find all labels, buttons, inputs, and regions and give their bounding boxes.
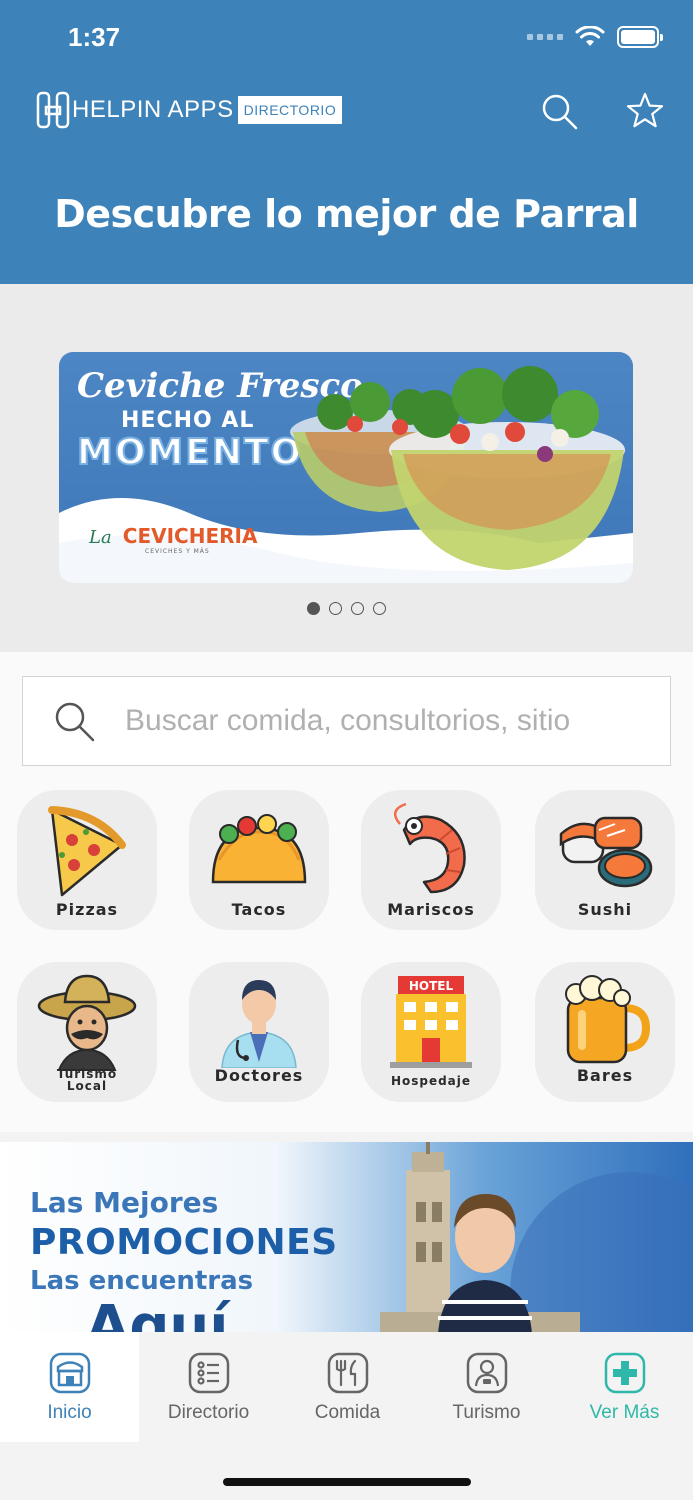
- category-pizzas[interactable]: Pizzas: [17, 790, 157, 930]
- sombrero-man-icon: [37, 974, 137, 1071]
- battery-icon: [617, 26, 663, 48]
- tab-inicio[interactable]: Inicio: [0, 1332, 139, 1442]
- banner-highlight: MOMENTO: [76, 431, 304, 474]
- promo-carousel[interactable]: Ceviche Fresco HECHO AL MOMENTO La CEVIC…: [0, 284, 693, 652]
- taco-icon: [211, 814, 307, 884]
- search-icon: [55, 702, 95, 742]
- category-doctores[interactable]: Doctores: [189, 962, 329, 1102]
- category-tacos[interactable]: Tacos: [189, 790, 329, 930]
- search-input[interactable]: [125, 704, 625, 738]
- category-label: Tacos: [231, 900, 287, 919]
- promo-line-4: Aquí: [86, 1294, 229, 1334]
- category-label: Mariscos: [387, 900, 475, 919]
- promo-line-3: Las encuentras: [30, 1266, 254, 1296]
- logo-name: HELPIN APPS: [72, 96, 234, 123]
- carousel-dot[interactable]: [373, 602, 386, 615]
- category-label: Hospedaje: [390, 1074, 472, 1088]
- wifi-icon: [575, 26, 605, 46]
- plus-icon: [604, 1352, 645, 1394]
- category-label: Doctores: [214, 1066, 304, 1085]
- search-box[interactable]: [22, 676, 671, 766]
- carousel-dot[interactable]: [351, 602, 364, 615]
- pizza-icon: [48, 806, 126, 897]
- banner-brand: La CEVICHERIA CEVICHES Y MÁS: [89, 524, 257, 555]
- category-label: Turismo Local: [56, 1067, 118, 1093]
- category-label: Pizzas: [55, 900, 119, 919]
- search-icon[interactable]: [540, 92, 578, 130]
- carousel-dots[interactable]: [0, 602, 693, 615]
- category-turismo-local[interactable]: Turismo Local: [17, 962, 157, 1102]
- logo-tag: DIRECTORIO: [237, 96, 343, 124]
- app-logo: HELPIN APPS DIRECTORIO: [36, 91, 343, 129]
- category-sushi[interactable]: Sushi: [535, 790, 675, 930]
- status-time: 1:37: [68, 22, 121, 52]
- category-bares[interactable]: Bares: [535, 962, 675, 1102]
- fork-knife-icon: [327, 1352, 368, 1394]
- ceviche-bowl-icon: [389, 366, 625, 570]
- doctor-icon: [221, 980, 297, 1068]
- signal-icon: [527, 34, 563, 40]
- brand-name: CEVICHERIA: [122, 524, 258, 548]
- status-indicators: [527, 26, 663, 48]
- category-label: Bares: [576, 1066, 634, 1085]
- banner-subtitle: HECHO AL: [121, 408, 255, 433]
- tab-turismo[interactable]: Turismo: [417, 1332, 556, 1442]
- app-screen: 1:37 HELPIN APPS DIRECTORIO Descubre lo …: [0, 0, 693, 1500]
- hotel-icon: HOTEL: [390, 976, 472, 1068]
- tab-bar: Inicio Directorio Comida Turismo Ver Más: [0, 1332, 693, 1500]
- tab-label: Directorio: [167, 1402, 250, 1423]
- list-icon: [188, 1352, 229, 1394]
- tab-label: Turismo: [452, 1402, 521, 1423]
- carousel-dot[interactable]: [329, 602, 342, 615]
- person-icon: [466, 1352, 507, 1394]
- store-icon: [49, 1352, 90, 1394]
- tab-comida[interactable]: Comida: [278, 1332, 417, 1442]
- beer-mug-icon: [565, 975, 650, 1064]
- church-and-woman-illustration: [380, 1142, 693, 1334]
- promo-line-1: Las Mejores: [30, 1186, 219, 1219]
- promo-line-2: PROMOCIONES: [30, 1222, 338, 1263]
- tab-label: Inicio: [47, 1402, 92, 1423]
- tab-ver-mas[interactable]: Ver Más: [555, 1332, 693, 1442]
- tab-label: Ver Más: [589, 1402, 660, 1423]
- category-mariscos[interactable]: Mariscos: [361, 790, 501, 930]
- star-icon[interactable]: [626, 92, 664, 130]
- tab-directorio[interactable]: Directorio: [139, 1332, 278, 1442]
- category-hospedaje[interactable]: HOTEL Hospedaje: [361, 962, 501, 1102]
- category-label: Sushi: [577, 900, 633, 919]
- header: 1:37 HELPIN APPS DIRECTORIO Descubre lo …: [0, 0, 693, 284]
- page-title: Descubre lo mejor de Parral: [54, 192, 639, 236]
- logo-mark-icon: [36, 91, 70, 129]
- shrimp-icon: [393, 802, 466, 894]
- carousel-dot[interactable]: [307, 602, 320, 615]
- brand-subtitle: CEVICHES Y MÁS: [145, 548, 210, 555]
- brand-prefix: La: [89, 527, 112, 548]
- search-and-categories: Pizzas Tacos Mariscos: [0, 652, 693, 1132]
- hotel-sign-text: HOTEL: [409, 979, 454, 993]
- tab-label: Comida: [314, 1402, 381, 1423]
- promo-banner[interactable]: Las Mejores PROMOCIONES Las encuentras A…: [0, 1142, 693, 1334]
- carousel-banner[interactable]: Ceviche Fresco HECHO AL MOMENTO La CEVIC…: [59, 352, 633, 583]
- home-indicator: [223, 1478, 471, 1486]
- sushi-icon: [559, 816, 653, 888]
